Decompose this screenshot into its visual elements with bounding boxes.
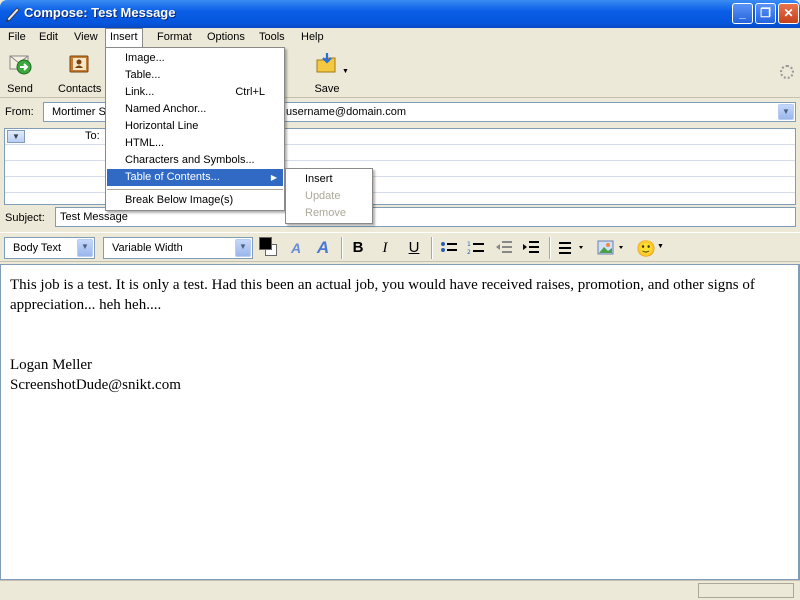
contacts-button[interactable]: Contacts <box>58 52 102 95</box>
menu-format[interactable]: Format <box>153 28 196 48</box>
menu-item-table[interactable]: Table... <box>107 67 283 84</box>
menu-bar: File Edit View Insert Format Options Too… <box>0 28 800 48</box>
activity-throbber-icon <box>780 65 794 79</box>
chevron-down-icon: ▼ <box>778 104 794 120</box>
send-icon <box>9 55 32 75</box>
smaller-font-icon[interactable]: A <box>286 239 306 257</box>
subject-value: Test Message <box>60 211 128 223</box>
numbered-list-icon[interactable]: 12 <box>467 240 485 256</box>
menu-item-label: Characters and Symbols... <box>125 154 255 166</box>
indent-icon[interactable] <box>522 240 540 256</box>
maximize-button[interactable]: ❐ <box>755 3 776 24</box>
menu-item-label: HTML... <box>125 137 165 149</box>
menu-item-label: Insert <box>305 173 333 185</box>
smiley-icon: 🙂 <box>636 241 656 258</box>
menu-item-horizontal-line[interactable]: Horizontal Line <box>107 118 283 135</box>
svg-text:1: 1 <box>467 241 471 248</box>
menu-options[interactable]: Options <box>203 28 249 48</box>
signature-email: ScreenshotDude@snikt.com <box>10 377 181 393</box>
italic-button[interactable]: I <box>375 239 395 257</box>
save-label: Save <box>314 83 340 95</box>
subject-label: Subject: <box>5 212 45 224</box>
menu-item-label: Remove <box>305 207 346 219</box>
menu-edit[interactable]: Edit <box>35 28 62 48</box>
bold-button[interactable]: B <box>348 239 368 257</box>
save-button[interactable]: Save ▼ <box>305 52 349 95</box>
align-dropdown-icon[interactable] <box>558 240 586 256</box>
contacts-book-icon <box>69 55 89 73</box>
menu-file[interactable]: File <box>4 28 30 48</box>
minimize-button[interactable]: _ <box>732 3 753 24</box>
shortcut-label: Ctrl+L <box>235 86 265 98</box>
menu-item-toc-update: Update <box>287 188 371 205</box>
from-identity-email: username@domain.com <box>286 106 406 118</box>
menu-item-link[interactable]: Link... Ctrl+L <box>107 84 283 101</box>
menu-insert[interactable]: Insert <box>105 28 143 48</box>
menu-item-image[interactable]: Image... <box>107 50 283 67</box>
send-button[interactable]: Send <box>0 52 40 95</box>
recipient-type-dropdown[interactable]: ▼ <box>7 130 25 143</box>
chevron-down-icon: ▼ <box>77 239 93 257</box>
paragraph-style-select[interactable]: Body Text ▼ <box>4 237 95 259</box>
menu-tools[interactable]: Tools <box>255 28 289 48</box>
insert-image-dropdown-icon[interactable] <box>597 239 627 257</box>
compose-app-icon <box>6 7 20 22</box>
toc-submenu: Insert Update Remove <box>285 168 373 224</box>
from-label: From: <box>5 106 34 118</box>
menu-item-label: Table of Contents... <box>125 171 220 183</box>
larger-font-icon[interactable]: A <box>313 239 333 257</box>
menu-item-toc-remove: Remove <box>287 205 371 222</box>
menu-item-named-anchor[interactable]: Named Anchor... <box>107 101 283 118</box>
paragraph-style-value: Body Text <box>13 242 62 254</box>
chevron-down-icon: ▼ <box>235 239 251 257</box>
menu-view[interactable]: View <box>70 28 102 48</box>
menu-item-characters-symbols[interactable]: Characters and Symbols... <box>107 152 283 169</box>
contacts-label: Contacts <box>58 83 102 95</box>
submenu-arrow-icon: ▶ <box>270 173 277 182</box>
menu-item-label: Image... <box>125 52 165 64</box>
menu-item-html[interactable]: HTML... <box>107 135 283 152</box>
underline-button[interactable]: U <box>404 239 424 257</box>
status-panel <box>698 583 794 598</box>
title-bar: Compose: Test Message _ ❐ ✕ <box>0 0 800 28</box>
menu-item-label: Table... <box>125 69 161 81</box>
status-bar <box>0 580 800 600</box>
send-label: Send <box>7 83 33 95</box>
menu-item-label: Horizontal Line <box>125 120 199 132</box>
format-toolbar: Body Text ▼ Variable Width ▼ A A B I U 1… <box>0 232 800 262</box>
font-value: Variable Width <box>112 242 183 254</box>
menu-item-label: Named Anchor... <box>125 103 207 115</box>
separator <box>341 237 343 259</box>
menu-item-label: Link... <box>125 86 155 98</box>
save-dropdown-arrow-icon[interactable]: ▼ <box>342 68 349 75</box>
outdent-icon[interactable] <box>495 240 513 256</box>
insert-menu: Image... Table... Link... Ctrl+L Named An… <box>105 47 285 211</box>
text-color-button[interactable] <box>259 237 279 259</box>
signature-name: Logan Meller <box>10 357 93 373</box>
svg-text:2: 2 <box>467 249 471 256</box>
menu-item-label: Update <box>305 190 341 202</box>
separator <box>549 237 551 259</box>
message-body-editor[interactable]: This job is a test. It is only a test. H… <box>0 264 800 580</box>
menu-item-break-below-image[interactable]: Break Below Image(s) <box>107 192 283 209</box>
menu-item-toc-insert[interactable]: Insert <box>287 171 371 188</box>
window-title: Compose: Test Message <box>24 5 176 20</box>
close-button[interactable]: ✕ <box>778 3 799 24</box>
bullet-list-icon[interactable] <box>440 241 458 257</box>
emoji-dropdown-button[interactable]: 🙂 ▼ <box>636 237 666 259</box>
save-folder-icon <box>316 53 336 73</box>
menu-item-label: Break Below Image(s) <box>125 194 234 206</box>
separator <box>431 237 433 259</box>
from-identity-name: Mortimer S <box>52 106 106 118</box>
foreground-color-swatch <box>259 237 272 250</box>
body-paragraph: This job is a test. It is only a test. H… <box>10 277 755 313</box>
menu-item-table-of-contents[interactable]: Table of Contents... ▶ <box>107 169 283 186</box>
to-label: To: <box>85 130 100 142</box>
menu-separator <box>107 189 283 190</box>
chevron-down-icon: ▼ <box>657 243 664 250</box>
font-select[interactable]: Variable Width ▼ <box>103 237 253 259</box>
menu-help[interactable]: Help <box>297 28 328 48</box>
